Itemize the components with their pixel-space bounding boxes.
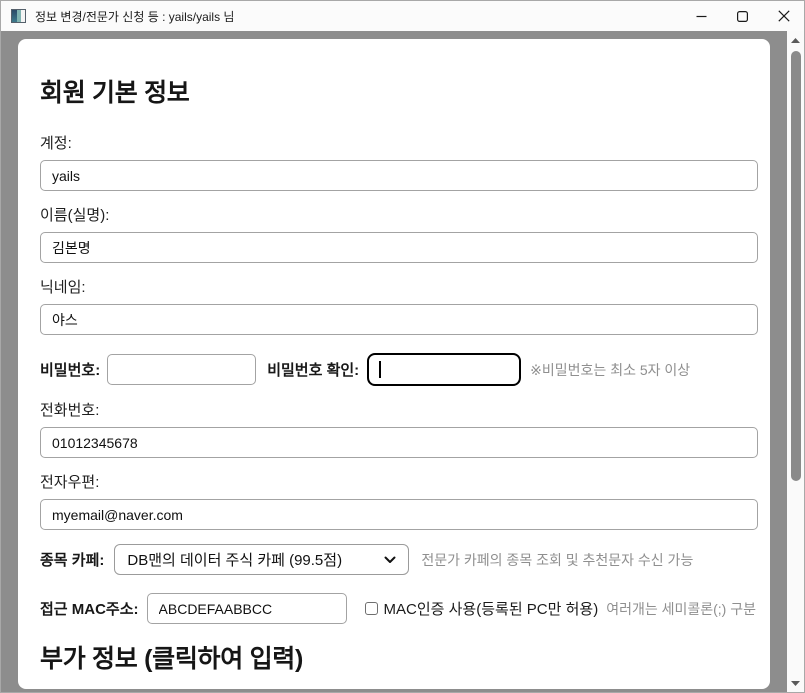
nickname-field-group: 닉네임: [40,279,764,335]
section-title-extra-info[interactable]: 부가 정보 (클릭하여 입력) [40,645,764,674]
password-confirm-input[interactable] [367,353,521,386]
window-icon [11,9,26,23]
password-confirm-label: 비밀번호 확인: [267,359,359,380]
text-caret [379,361,381,378]
email-label: 전자우편: [40,474,764,492]
nickname-label: 닉네임: [40,279,764,297]
mac-label: 접근 MAC주소: [40,598,139,619]
phone-field-group: 전화번호: [40,402,764,458]
section-title-basic-info: 회원 기본 정보 [40,79,764,108]
password-label: 비밀번호: [40,359,100,380]
cafe-label: 종목 카페: [40,549,104,570]
dialog-window: 정보 변경/전문가 신청 등 : yails/yails 님 회원 기본 정보 … [0,0,805,693]
mac-auth-checkbox-label: MAC인증 사용(등록된 PC만 허용) [384,598,599,619]
scrollbar-thumb[interactable] [791,51,801,481]
mac-address-input[interactable] [147,593,347,624]
dialog-content: 회원 기본 정보 계정: 이름(실명): 닉네임: 비밀번호: 비밀번호 확인: [1,31,804,692]
scroll-up-arrow-icon[interactable] [787,33,804,47]
password-row: 비밀번호: 비밀번호 확인: ※비밀번호는 최소 5자 이상 [40,353,764,386]
mac-row: 접근 MAC주소: MAC인증 사용(등록된 PC만 허용) 여러개는 세미콜론… [40,593,764,624]
chevron-down-icon [384,556,396,564]
scrollbar[interactable] [787,31,804,692]
phone-input[interactable] [40,427,758,458]
scroll-down-arrow-icon[interactable] [787,676,804,690]
email-field-group: 전자우편: [40,474,764,530]
nickname-input[interactable] [40,304,758,335]
account-input[interactable] [40,160,758,191]
email-input[interactable] [40,499,758,530]
title-bar: 정보 변경/전문가 신청 등 : yails/yails 님 [1,1,804,31]
minimize-button[interactable] [681,1,722,31]
close-icon [778,10,790,22]
form-panel: 회원 기본 정보 계정: 이름(실명): 닉네임: 비밀번호: 비밀번호 확인: [18,39,770,689]
realname-field-group: 이름(실명): [40,207,764,263]
cafe-select[interactable]: DB맨의 데이터 주식 카페 (99.5점) [114,544,409,575]
minimize-icon [696,11,707,22]
account-field-group: 계정: [40,135,764,191]
phone-label: 전화번호: [40,402,764,420]
maximize-icon [737,11,748,22]
cafe-selected-option: DB맨의 데이터 주식 카페 (99.5점) [127,549,342,570]
realname-input[interactable] [40,232,758,263]
maximize-button[interactable] [722,1,763,31]
password-input[interactable] [107,354,256,385]
mac-auth-checkbox[interactable] [365,602,378,615]
cafe-row: 종목 카페: DB맨의 데이터 주식 카페 (99.5점) 전문가 카페의 종목… [40,544,764,575]
close-button[interactable] [763,1,804,31]
mac-hint: 여러개는 세미콜론(;) 구분 [606,599,756,619]
account-label: 계정: [40,135,764,153]
window-title: 정보 변경/전문가 신청 등 : yails/yails 님 [35,8,234,25]
realname-label: 이름(실명): [40,207,764,225]
cafe-hint: 전문가 카페의 종목 조회 및 추천문자 수신 가능 [421,550,693,570]
password-hint: ※비밀번호는 최소 5자 이상 [530,360,690,380]
